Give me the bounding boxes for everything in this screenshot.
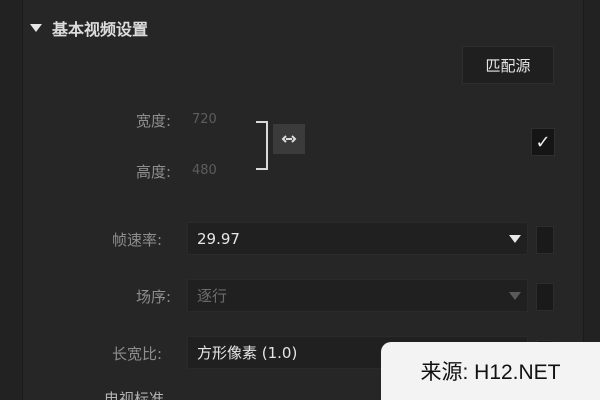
frame: 基本视频设置 匹配源 宽度: 720 高度: 480 ✓ 帧速率: 29.97 …: [0, 0, 600, 400]
field-order-dropdown[interactable]: 逐行: [187, 279, 528, 312]
link-button[interactable]: [273, 124, 305, 154]
match-source-button[interactable]: 匹配源: [462, 46, 554, 84]
frame-rate-label: 帧速率:: [112, 231, 163, 249]
frame-rate-value: 29.97: [197, 229, 240, 248]
frame-rate-dropdown[interactable]: 29.97: [187, 222, 528, 255]
width-label: 宽度:: [136, 112, 172, 130]
frame-rate-keyframe-checkbox[interactable]: [536, 226, 554, 254]
section-title: 基本视频设置: [52, 20, 149, 39]
aspect-label: 长宽比:: [112, 345, 163, 363]
tv-standard-label: 电视标准: [104, 390, 165, 400]
field-order-value: 逐行: [197, 287, 228, 305]
height-value: 480: [192, 163, 217, 178]
field-order-keyframe-checkbox[interactable]: [536, 283, 554, 311]
match-source-label: 匹配源: [485, 56, 531, 75]
frame-rate-dropdown-arrow-icon: [509, 235, 521, 243]
field-order-label: 场序:: [136, 288, 172, 306]
height-label: 高度:: [136, 163, 172, 181]
field-order-dropdown-arrow-icon: [509, 292, 521, 300]
section-header[interactable]: 基本视频设置: [30, 16, 148, 40]
dimension-bracket: [256, 121, 268, 170]
aspect-value: 方形像素 (1.0): [197, 344, 298, 362]
link-icon: [281, 135, 297, 143]
lock-checkbox[interactable]: ✓: [531, 128, 555, 156]
collapse-triangle-icon[interactable]: [30, 24, 42, 32]
width-value: 720: [192, 112, 217, 127]
watermark: 来源: H12.NET: [381, 342, 600, 400]
